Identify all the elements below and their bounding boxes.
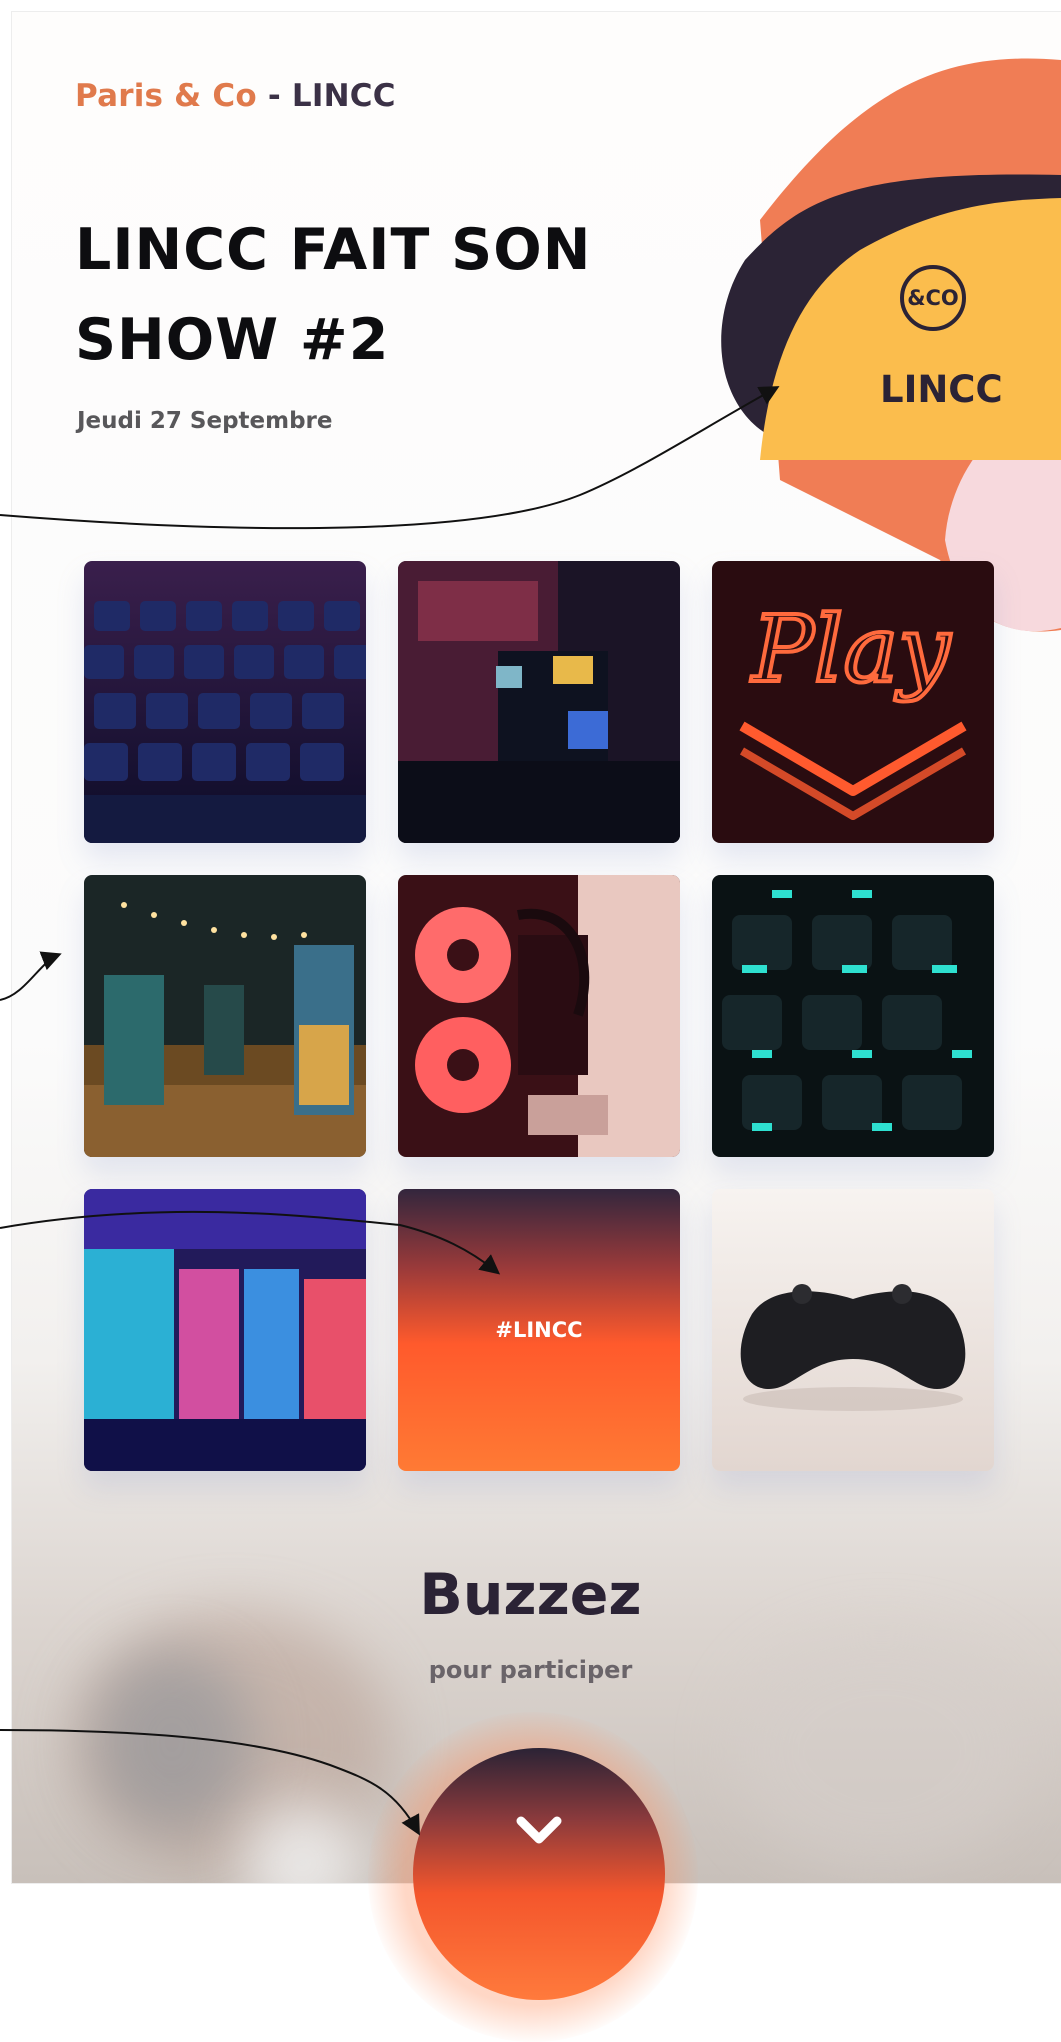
buzz-title: Buzzez: [419, 1562, 642, 1628]
claw-machines-photo: [84, 1189, 366, 1471]
keyboard-purple-photo: [84, 561, 366, 843]
brand-header: Paris & Co - LINCC: [75, 78, 396, 114]
arcade-hall-photo: [84, 875, 366, 1157]
page-title: LINCC FAIT SON SHOW #2: [75, 205, 591, 385]
co-logo-mark: &CO: [900, 265, 966, 331]
buzz-subtitle: pour participer: [428, 1656, 633, 1684]
title-line-2: SHOW #2: [75, 307, 390, 373]
logo-label: LINCC: [880, 368, 1003, 411]
title-line-1: LINCC FAIT SON: [75, 217, 592, 283]
buzz-button[interactable]: [413, 1748, 665, 2000]
brand-sub: LINCC: [291, 78, 396, 114]
brand-main: Paris & Co: [75, 78, 257, 114]
event-date: Jeudi 27 Septembre: [77, 408, 333, 434]
keyboard-teal-photo: [712, 875, 994, 1157]
hashtag-text: #LINCC: [495, 1318, 583, 1342]
brand-separator: -: [256, 78, 292, 114]
chevron-down-icon: [516, 1816, 562, 1844]
pc-cooling-fans-photo: [398, 875, 680, 1157]
neon-play-sign-photo: Play: [712, 561, 994, 843]
svg-text:Play: Play: [750, 596, 951, 703]
game-controller-photo: [712, 1189, 994, 1471]
hashtag-tile[interactable]: #LINCC: [398, 1189, 680, 1471]
arcade-cabinet-photo: [398, 561, 680, 843]
